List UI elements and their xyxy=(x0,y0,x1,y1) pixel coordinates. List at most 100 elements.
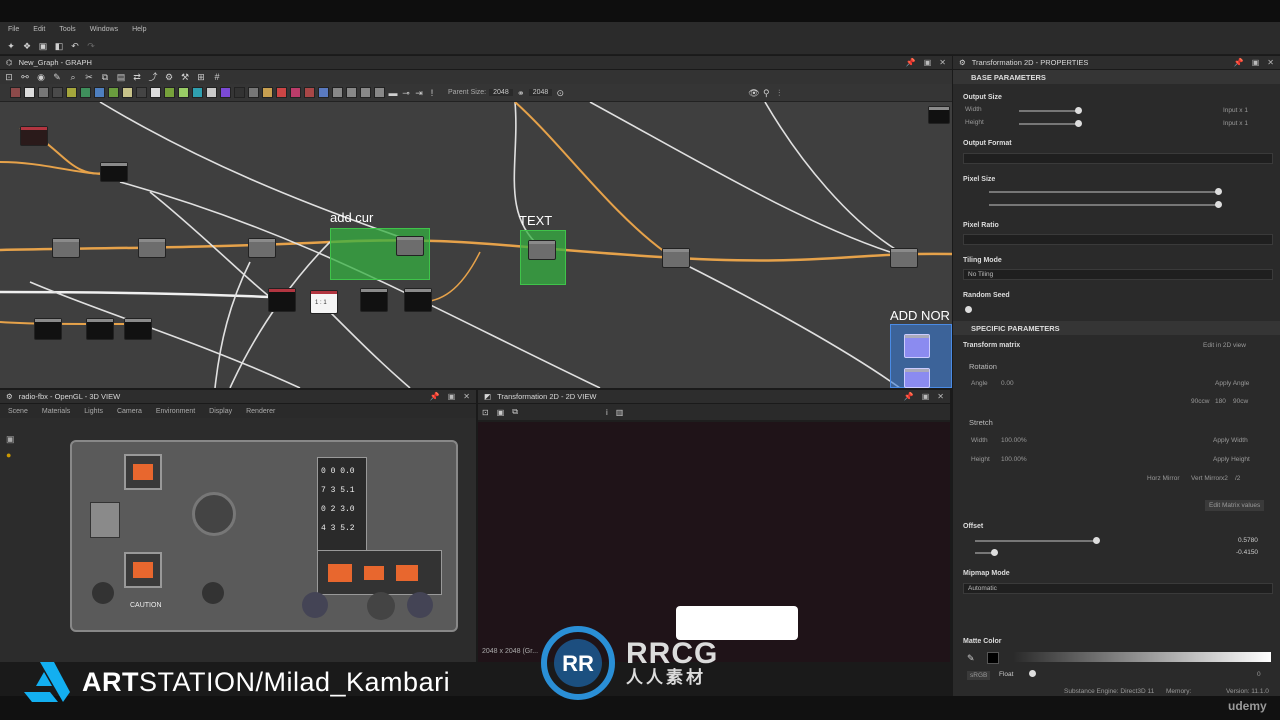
pin-icon[interactable]: 📌 xyxy=(904,392,914,401)
grid-icon[interactable]: # xyxy=(212,72,222,82)
text-icon[interactable] xyxy=(248,87,259,98)
pin-icon[interactable]: 📌 xyxy=(430,392,440,401)
offset-x-slider[interactable] xyxy=(975,540,1097,542)
apply-angle-button[interactable]: Apply Angle xyxy=(1215,380,1249,387)
lock-icon[interactable]: ⚲ xyxy=(761,88,771,98)
mipmap-mode-select[interactable]: Automatic xyxy=(963,583,1273,594)
pixel-width-handle[interactable] xyxy=(1215,188,1222,195)
vert-mirror-button[interactable]: Vert Mirror xyxy=(1191,475,1221,482)
atomic-node-icon[interactable] xyxy=(10,87,21,98)
menu-windows[interactable]: Windows xyxy=(90,26,118,33)
wand-icon[interactable]: ⚒ xyxy=(180,72,190,82)
offset-y-handle[interactable] xyxy=(991,549,998,556)
eyedropper-icon[interactable]: ✎ xyxy=(967,653,975,664)
material-icon[interactable] xyxy=(220,87,231,98)
graph-node[interactable] xyxy=(52,238,80,258)
fit-icon[interactable]: ⊞ xyxy=(196,72,206,82)
svg-icon[interactable] xyxy=(290,87,301,98)
parent-size-select[interactable]: 2048 xyxy=(489,89,513,96)
horz-mirror-button[interactable]: Horz Mirror xyxy=(1147,475,1180,482)
graph-node[interactable] xyxy=(928,106,950,124)
close-icon[interactable]: ✕ xyxy=(1267,58,1274,67)
save-all-icon[interactable]: ◧ xyxy=(54,41,64,51)
camera-icon[interactable]: ▣ xyxy=(6,434,15,445)
maximize-icon[interactable]: ▣ xyxy=(924,58,932,67)
matte-color-swatch[interactable] xyxy=(987,652,999,664)
float-handle[interactable] xyxy=(1029,670,1036,677)
gradient-icon[interactable] xyxy=(80,87,91,98)
maximize-icon[interactable]: ▣ xyxy=(1252,58,1260,67)
width-slider-handle[interactable] xyxy=(1075,107,1082,114)
eye-icon[interactable]: 👁 xyxy=(748,88,759,98)
pen-icon[interactable]: ✎ xyxy=(52,72,62,82)
graph-node[interactable] xyxy=(138,238,166,258)
graph-node[interactable] xyxy=(904,334,930,358)
light-icon[interactable]: ● xyxy=(6,450,11,460)
tab-lights[interactable]: Lights xyxy=(84,408,103,415)
stretch-width-value[interactable]: 100.00% xyxy=(1001,437,1027,444)
offset-x-handle[interactable] xyxy=(1093,537,1100,544)
info-icon[interactable]: ! xyxy=(427,88,437,98)
pixel-height-handle[interactable] xyxy=(1215,201,1222,208)
image-icon[interactable] xyxy=(262,87,273,98)
tab-display[interactable]: Display xyxy=(209,408,232,415)
levels-icon[interactable] xyxy=(66,87,77,98)
srgb-toggle[interactable]: sRGB xyxy=(967,671,991,680)
frame-icon[interactable]: ⊡ xyxy=(4,72,14,82)
graph-node[interactable] xyxy=(662,248,690,268)
package-icon[interactable]: ❖ xyxy=(22,41,32,51)
layout-2-icon[interactable] xyxy=(332,87,343,98)
fx-icon[interactable] xyxy=(136,87,147,98)
graph-node[interactable] xyxy=(904,368,930,388)
maximize-icon[interactable]: ▣ xyxy=(448,392,456,401)
height-slider[interactable] xyxy=(1019,123,1079,125)
pixel-icon[interactable] xyxy=(150,87,161,98)
nodes-icon[interactable]: ⧉ xyxy=(100,72,110,82)
close-icon[interactable]: ✕ xyxy=(463,392,470,401)
link-icon[interactable]: ⚯ xyxy=(20,72,30,82)
edit-in-2d-button[interactable]: Edit in 2D view xyxy=(1203,342,1246,349)
connect-icon[interactable]: ⇄ xyxy=(132,72,142,82)
menu-tools[interactable]: Tools xyxy=(59,26,75,33)
stretch-height-value[interactable]: 100.00% xyxy=(1001,456,1027,463)
graph-node[interactable] xyxy=(124,318,152,340)
triangle-icon[interactable] xyxy=(276,87,287,98)
width-slider[interactable] xyxy=(1019,110,1079,112)
chain-icon[interactable]: ⚭ xyxy=(516,88,526,98)
pattern-icon[interactable] xyxy=(192,87,203,98)
reset-icon[interactable]: ⊙ xyxy=(555,88,565,98)
graph-node[interactable] xyxy=(34,318,62,340)
apply-width-button[interactable]: Apply Width xyxy=(1213,437,1248,444)
tab-renderer[interactable]: Renderer xyxy=(246,408,275,415)
menu-help[interactable]: Help xyxy=(132,26,146,33)
pin-icon[interactable]: 📌 xyxy=(906,58,916,67)
copy-icon[interactable]: ⧉ xyxy=(512,407,518,417)
layout-1-icon[interactable] xyxy=(318,87,329,98)
size-select[interactable]: 2048 xyxy=(528,89,553,96)
graph-node[interactable] xyxy=(268,288,296,312)
hsl-icon[interactable] xyxy=(108,87,119,98)
graph-node[interactable] xyxy=(528,240,556,260)
info-icon[interactable]: i xyxy=(606,408,608,417)
pixel-height-slider[interactable] xyxy=(989,204,1219,206)
close-icon[interactable]: ✕ xyxy=(937,392,944,401)
blend-icon[interactable] xyxy=(38,87,49,98)
tune-icon[interactable]: ⫶ xyxy=(774,88,784,98)
output-format-select[interactable] xyxy=(963,153,1273,164)
save-icon[interactable]: ▣ xyxy=(38,41,48,51)
histogram-icon[interactable]: ▥ xyxy=(616,408,624,417)
tab-camera[interactable]: Camera xyxy=(117,408,142,415)
zoom-icon[interactable]: ⌕ xyxy=(68,72,78,82)
dropdown-icon[interactable] xyxy=(304,87,315,98)
pixel-ratio-select[interactable] xyxy=(963,234,1273,245)
new-icon[interactable]: ✦ xyxy=(6,41,16,51)
tiling-mode-select[interactable]: No Tiling xyxy=(963,269,1273,280)
specific-parameters-section[interactable]: SPECIFIC PARAMETERS xyxy=(953,321,1280,335)
graph-node[interactable] xyxy=(396,236,424,256)
layout-5-icon[interactable] xyxy=(374,87,385,98)
angle-value[interactable]: 0.00 xyxy=(1001,380,1014,387)
height-slider-handle[interactable] xyxy=(1075,120,1082,127)
tab-materials[interactable]: Materials xyxy=(42,408,70,415)
scale-x2-button[interactable]: x2 xyxy=(1221,475,1228,482)
rotate-90cw-button[interactable]: 90cw xyxy=(1233,398,1248,405)
